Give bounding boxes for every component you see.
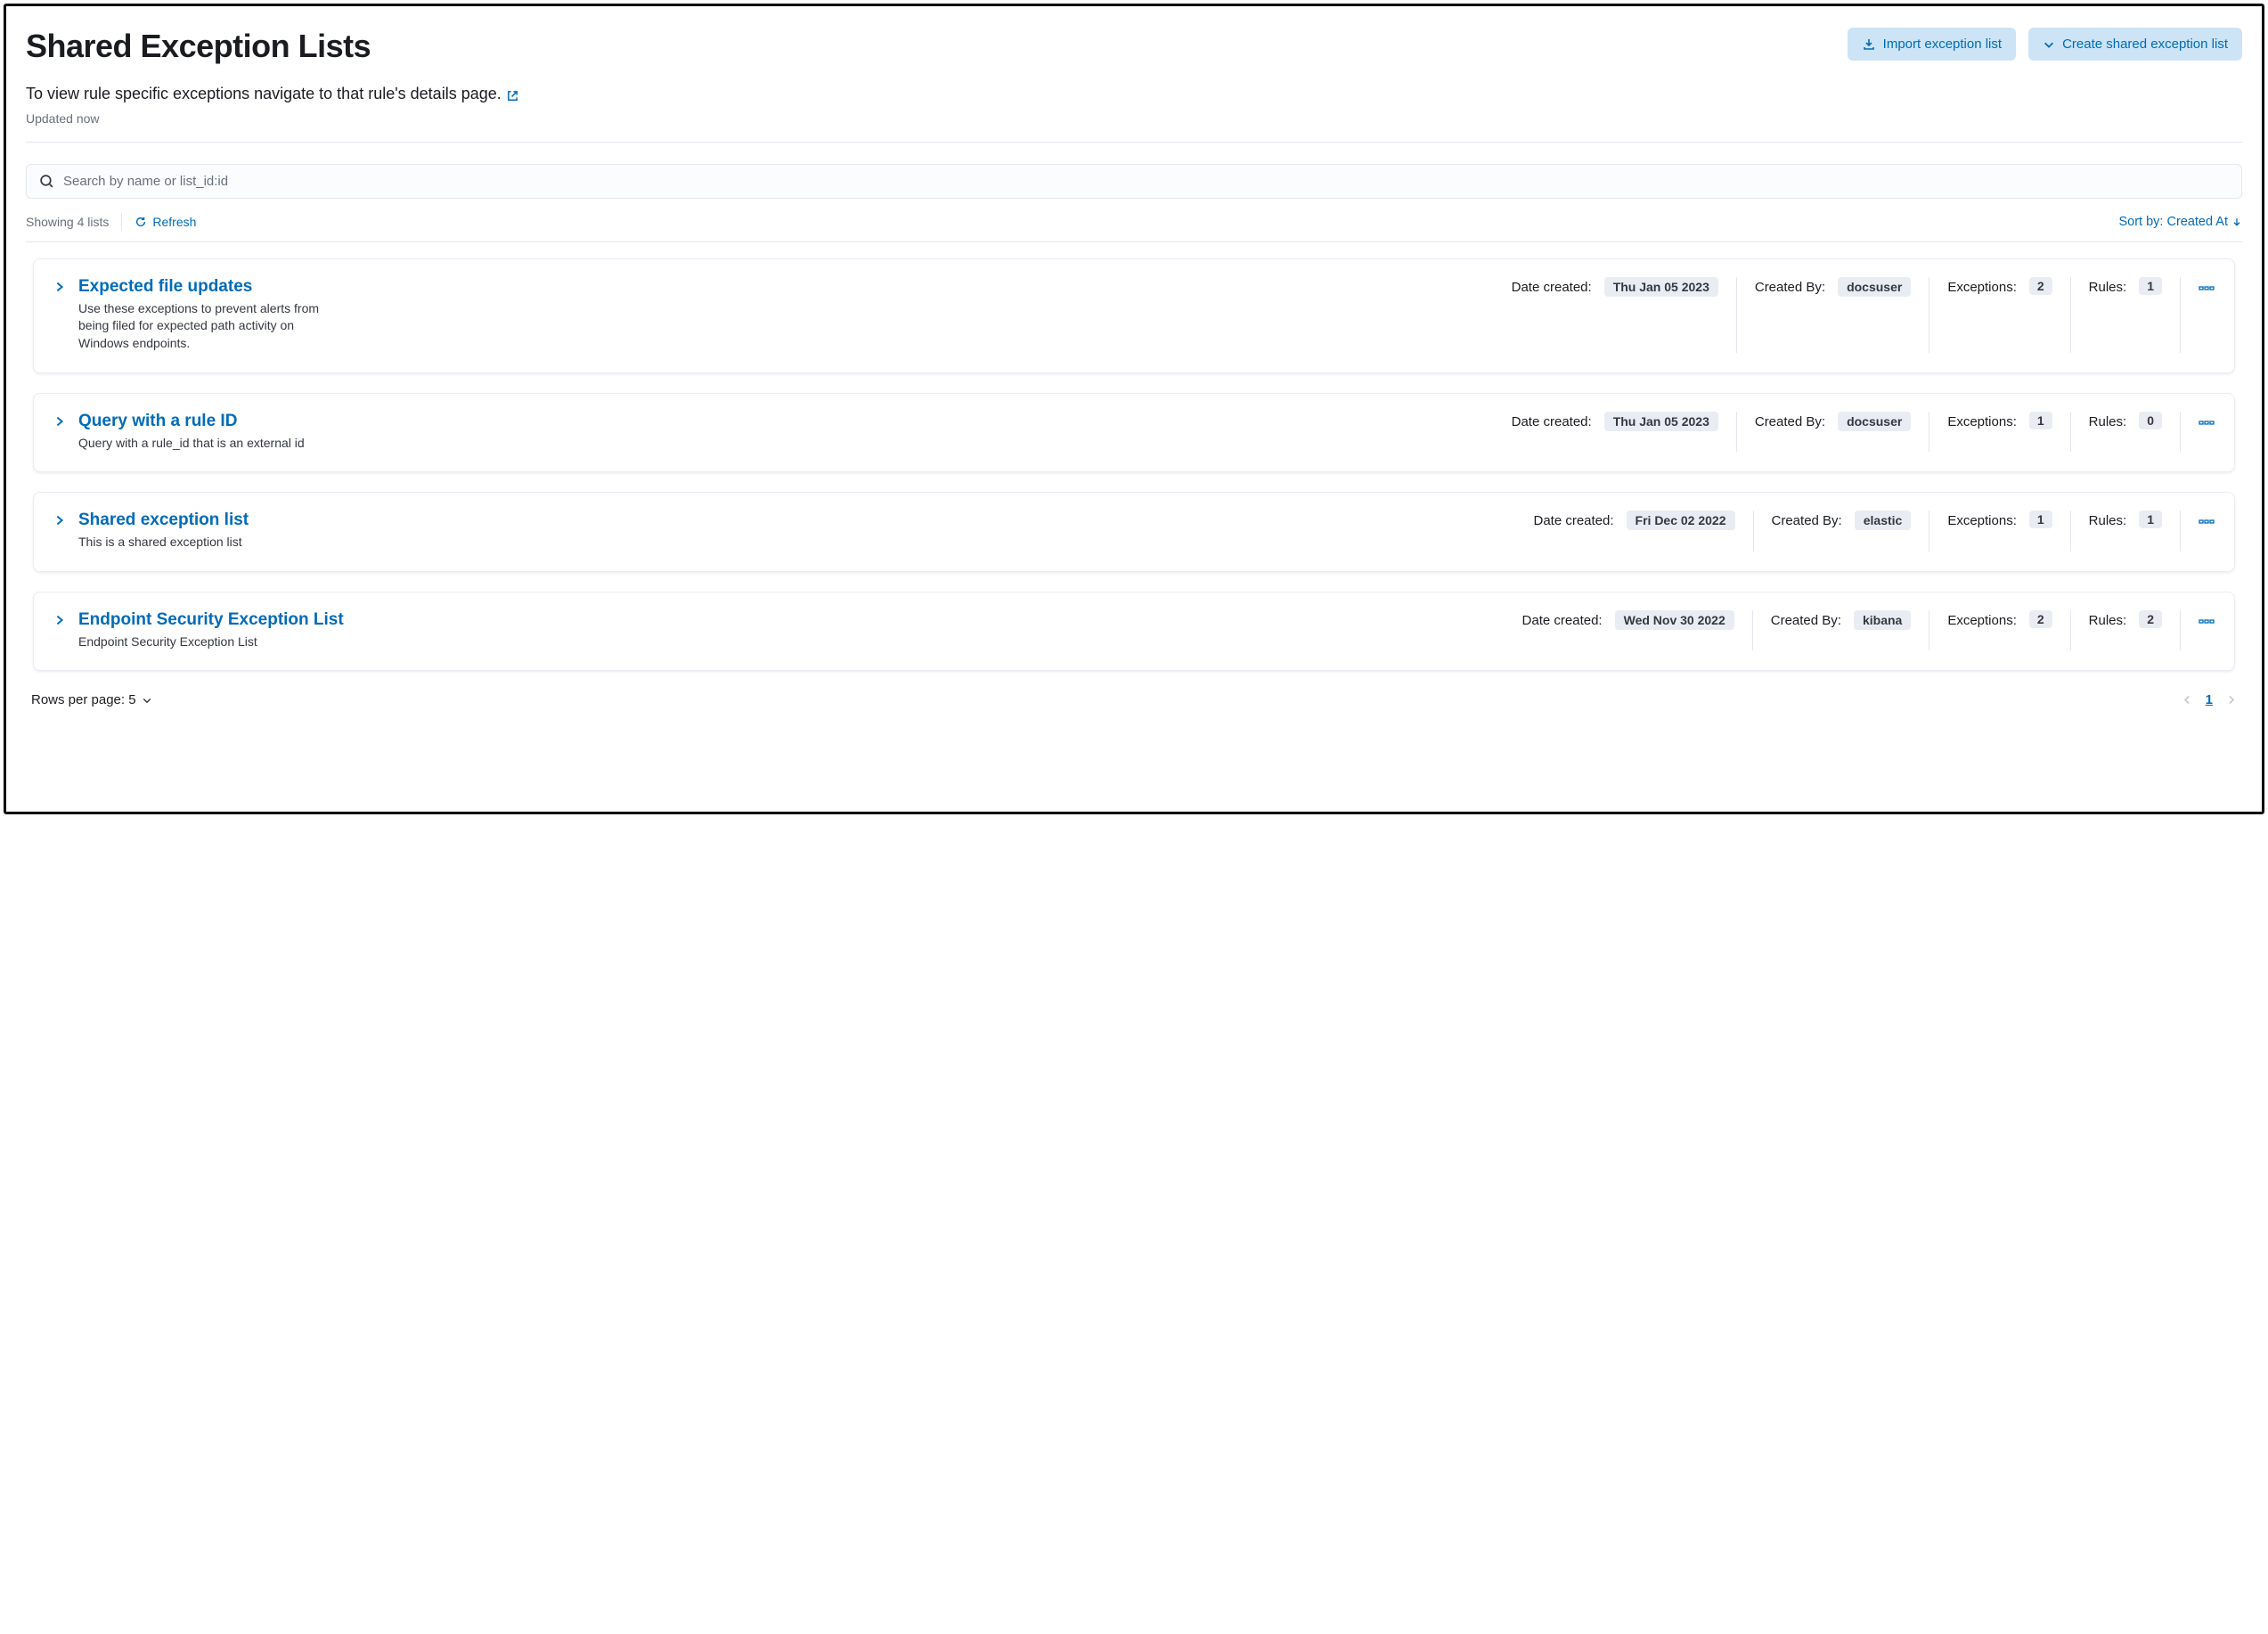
rules-label: Rules: <box>2089 412 2127 429</box>
chevron-down-icon <box>142 695 152 706</box>
created-by-value: elastic <box>1855 511 1912 530</box>
list-title-link[interactable]: Expected file updates <box>78 277 1499 297</box>
rules-count: 1 <box>2139 277 2162 295</box>
date-created-label: Date created: <box>1522 610 1603 628</box>
created-by-label: Created By: <box>1755 412 1825 429</box>
date-created-value: Thu Jan 05 2023 <box>1604 412 1718 431</box>
list-description: This is a shared exception list <box>78 534 337 551</box>
exceptions-label: Exceptions: <box>1947 511 2017 528</box>
divider <box>1736 277 1737 353</box>
sort-button[interactable]: Sort by: Created At <box>2118 215 2242 229</box>
created-by-label: Created By: <box>1755 277 1825 295</box>
expand-toggle[interactable] <box>53 514 66 527</box>
created-by-label: Created By: <box>1772 511 1842 528</box>
list-title-link[interactable]: Shared exception list <box>78 511 1521 530</box>
rules-label: Rules: <box>2089 511 2127 528</box>
rules-count: 0 <box>2139 412 2162 429</box>
list-title-link[interactable]: Query with a rule ID <box>78 412 1499 431</box>
rules-count: 2 <box>2139 610 2162 628</box>
pagination: 1 <box>2182 692 2237 707</box>
more-actions-button[interactable] <box>2199 412 2215 428</box>
list-card: Shared exception list This is a shared e… <box>33 492 2235 572</box>
chevron-down-icon <box>2043 38 2055 51</box>
divider <box>2180 412 2181 453</box>
divider <box>1752 610 1753 651</box>
divider <box>2180 277 2181 353</box>
exceptions-label: Exceptions: <box>1947 412 2017 429</box>
created-by-value: kibana <box>1854 610 1911 630</box>
exceptions-count: 2 <box>2029 610 2052 628</box>
created-by-label: Created By: <box>1771 610 1841 628</box>
divider <box>2070 277 2071 353</box>
search-icon <box>39 174 54 189</box>
divider <box>26 142 2242 143</box>
divider <box>2070 511 2071 551</box>
expand-toggle[interactable] <box>53 415 66 428</box>
import-exception-list-button[interactable]: Import exception list <box>1848 28 2016 61</box>
more-actions-button[interactable] <box>2199 610 2215 626</box>
expand-toggle[interactable] <box>53 281 66 293</box>
divider <box>121 213 122 231</box>
updated-text: Updated now <box>26 111 2242 126</box>
list-card: Expected file updates Use these exceptio… <box>33 258 2235 373</box>
divider <box>26 241 2242 242</box>
exceptions-count: 1 <box>2029 412 2052 429</box>
page-prev-button[interactable] <box>2182 694 2193 706</box>
list-description: Endpoint Security Exception List <box>78 633 337 651</box>
created-by-value: docsuser <box>1838 412 1911 431</box>
sort-down-icon <box>2231 217 2242 227</box>
list-description: Use these exceptions to prevent alerts f… <box>78 300 337 353</box>
rules-label: Rules: <box>2089 277 2127 295</box>
rules-count: 1 <box>2139 511 2162 528</box>
page-next-button[interactable] <box>2225 694 2237 706</box>
list-card: Endpoint Security Exception List Endpoin… <box>33 592 2235 672</box>
date-created-label: Date created: <box>1512 277 1592 295</box>
date-created-value: Thu Jan 05 2023 <box>1604 277 1718 297</box>
exceptions-label: Exceptions: <box>1947 610 2017 628</box>
popout-icon[interactable] <box>506 86 519 103</box>
refresh-button[interactable]: Refresh <box>135 215 196 229</box>
refresh-icon <box>135 216 147 228</box>
list-description: Query with a rule_id that is an external… <box>78 435 337 453</box>
date-created-value: Fri Dec 02 2022 <box>1627 511 1735 530</box>
import-icon <box>1862 37 1876 52</box>
page-subtitle: To view rule specific exceptions navigat… <box>26 85 2242 104</box>
search-input[interactable] <box>63 174 2229 189</box>
page-current[interactable]: 1 <box>2206 692 2213 707</box>
date-created-label: Date created: <box>1533 511 1613 528</box>
expand-toggle[interactable] <box>53 614 66 626</box>
more-actions-button[interactable] <box>2199 277 2215 293</box>
date-created-label: Date created: <box>1512 412 1592 429</box>
divider <box>2070 610 2071 651</box>
divider <box>2070 412 2071 453</box>
exceptions-label: Exceptions: <box>1947 277 2017 295</box>
divider <box>2180 610 2181 651</box>
more-actions-button[interactable] <box>2199 511 2215 527</box>
rows-per-page-button[interactable]: Rows per page: 5 <box>31 692 152 707</box>
divider <box>1736 412 1737 453</box>
search-field[interactable] <box>26 164 2242 199</box>
created-by-value: docsuser <box>1838 277 1911 297</box>
divider <box>2180 511 2181 551</box>
list-card: Query with a rule ID Query with a rule_i… <box>33 393 2235 473</box>
rules-label: Rules: <box>2089 610 2127 628</box>
divider <box>1753 511 1754 551</box>
date-created-value: Wed Nov 30 2022 <box>1615 610 1734 630</box>
create-shared-exception-list-button[interactable]: Create shared exception list <box>2028 28 2242 61</box>
exceptions-count: 2 <box>2029 277 2052 295</box>
exceptions-count: 1 <box>2029 511 2052 528</box>
list-title-link[interactable]: Endpoint Security Exception List <box>78 610 1510 630</box>
page-title: Shared Exception Lists <box>26 28 371 65</box>
showing-count: Showing 4 lists <box>26 215 109 229</box>
